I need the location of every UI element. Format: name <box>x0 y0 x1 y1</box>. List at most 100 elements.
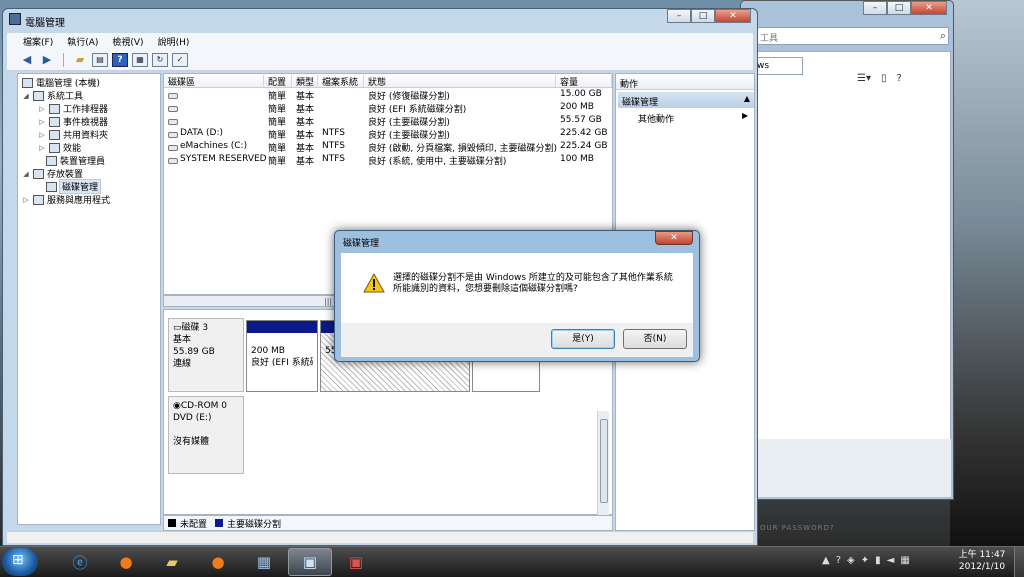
power-icon[interactable]: ▮ <box>875 555 881 566</box>
tree-item-disk-management[interactable]: 磁碟管理 <box>46 179 102 194</box>
background-window[interactable]: – □ ✕ 工具 ⌕ ws ☰▾ ▯ ? <box>740 0 954 500</box>
help-icon[interactable]: ? <box>897 73 902 84</box>
help-icon[interactable]: ? <box>112 52 128 67</box>
tree-item-device-manager[interactable]: 裝置管理員 <box>46 154 105 167</box>
menu-action[interactable]: 執行(A) <box>67 35 98 48</box>
firefox-icon[interactable]: ● <box>104 548 148 576</box>
internet-explorer-icon[interactable]: ⓔ <box>58 548 102 576</box>
expand-arrow-icon[interactable]: ▷ <box>22 196 30 204</box>
tree-item-storage[interactable]: ◢ 存放裝置 <box>22 167 83 180</box>
volume-drive-icon <box>168 119 178 125</box>
collapse-up-icon[interactable]: ▲ <box>744 94 750 103</box>
tree-item-shared-folders[interactable]: ▷ 共用資料夾 <box>38 128 108 141</box>
back-arrow-icon[interactable]: ◀ <box>19 53 35 67</box>
background-search-field[interactable]: ws <box>753 57 803 75</box>
partition-status: 良好 (EFI 系統磁 <box>251 358 313 368</box>
volume-icon[interactable]: ◄ <box>887 555 895 566</box>
disk-3-info[interactable]: ▭磁碟 3 基本 55.89 GB 連線 <box>168 318 244 392</box>
show-desktop-button[interactable] <box>1014 547 1024 577</box>
more-actions-item[interactable]: 其他動作 <box>638 112 674 125</box>
rescan-icon[interactable]: ✓ <box>172 52 188 67</box>
view-options-icon[interactable]: ☰▾ <box>857 73 871 84</box>
refresh-icon[interactable]: ↻ <box>152 52 168 67</box>
properties-icon[interactable]: ▦ <box>132 52 148 67</box>
column-header-layout[interactable]: 配置 <box>264 75 292 88</box>
tree-item-services-apps[interactable]: ▷ 服務與應用程式 <box>22 193 110 206</box>
control-panel-icon[interactable]: ▦ <box>242 548 286 576</box>
volume-cell-type: 基本 <box>296 131 315 141</box>
no-button[interactable]: 否(N) <box>623 329 687 349</box>
column-header-volume[interactable]: 磁碟區 <box>164 75 264 88</box>
expand-arrow-icon[interactable]: ▷ <box>38 105 46 113</box>
volume-drive-icon <box>168 145 178 151</box>
menu-file[interactable]: 檔案(F) <box>23 35 53 48</box>
expand-arrow-icon[interactable]: ▷ <box>38 144 46 152</box>
scroll-grip-icon[interactable]: ||| <box>324 297 332 306</box>
clock[interactable]: 上午 11:47 2012/1/10 <box>956 549 1008 573</box>
presentation-app-icon[interactable]: ▣ <box>334 548 378 576</box>
close-icon[interactable]: ✕ <box>655 231 693 245</box>
partition-efi[interactable]: 200 MB 良好 (EFI 系統磁 <box>246 320 318 392</box>
help-icon[interactable]: ? <box>836 555 841 566</box>
title-bar[interactable]: 電腦管理 – □ ✕ <box>3 9 757 31</box>
volume-cell-type: 基本 <box>296 118 315 128</box>
vertical-scrollbar[interactable] <box>597 411 609 515</box>
security-icon[interactable]: ◈ <box>847 555 855 566</box>
computer-management-task-icon[interactable]: ▣ <box>288 548 332 576</box>
volume-row[interactable]: SYSTEM RESERVED 簡單 基本 NTFS 良好 (系統, 使用中, 主要磁碟… <box>164 154 612 167</box>
close-icon[interactable]: ✕ <box>715 9 751 23</box>
minimize-icon[interactable]: – <box>667 9 691 23</box>
window-caption-buttons: – □ ✕ <box>667 9 751 23</box>
actions-section-label: 磁碟管理 <box>622 98 659 108</box>
tree-item-performance[interactable]: ▷ 效能 <box>38 141 81 154</box>
cdrom-0-info[interactable]: ◉CD-ROM 0 DVD (E:) 沒有媒體 <box>168 396 244 474</box>
bluetooth-icon[interactable]: ✦ <box>861 555 869 566</box>
volume-row[interactable]: eMachines (C:) 簡單 基本 NTFS 良好 (啟動, 分頁檔案, 損毀傾印… <box>164 141 612 154</box>
volume-cell-type: 基本 <box>296 157 315 167</box>
column-header-filesystem[interactable]: 檔案系統 <box>318 75 364 88</box>
tree-item-task-scheduler[interactable]: ▷ 工作排程器 <box>38 102 108 115</box>
volume-cell-capacity: 100 MB <box>560 154 594 164</box>
submenu-arrow-icon[interactable]: ▶ <box>742 111 748 120</box>
file-explorer-icon[interactable]: ▰ <box>150 548 194 576</box>
collapse-arrow-icon[interactable]: ◢ <box>22 92 30 100</box>
close-icon[interactable]: ✕ <box>911 1 947 15</box>
column-header-type[interactable]: 類型 <box>292 75 318 88</box>
menu-help[interactable]: 說明(H) <box>158 35 190 48</box>
forward-arrow-icon[interactable]: ▶ <box>39 53 55 67</box>
volume-row[interactable]: 簡單 基本 良好 (EFI 系統磁碟分割) 200 MB <box>164 102 612 115</box>
tree-item-computer-management[interactable]: 電腦管理 (本機) <box>22 76 100 89</box>
scroll-thumb[interactable] <box>600 419 608 503</box>
expand-arrow-icon[interactable]: ▷ <box>38 118 46 126</box>
search-icon[interactable]: ⌕ <box>940 29 946 43</box>
menu-view[interactable]: 檢視(V) <box>112 35 143 48</box>
expand-arrow-icon[interactable]: ▷ <box>38 131 46 139</box>
desktop-wallpaper-strip <box>950 0 1024 546</box>
volume-row[interactable]: 簡單 基本 良好 (主要磁碟分割) 55.57 GB <box>164 115 612 128</box>
minimize-icon[interactable]: – <box>863 1 887 15</box>
firefox-icon[interactable]: ● <box>196 548 240 576</box>
network-icon[interactable]: ▦ <box>900 555 909 566</box>
maximize-icon[interactable]: □ <box>691 9 715 23</box>
volume-row[interactable]: 簡單 基本 良好 (修復磁碟分割) 15.00 GB <box>164 89 612 102</box>
preview-pane-icon[interactable]: ▯ <box>881 73 887 84</box>
volume-cell-capacity: 225.24 GB <box>560 141 608 151</box>
volume-cell-type: 基本 <box>296 105 315 115</box>
collapse-arrow-icon[interactable]: ◢ <box>22 170 30 178</box>
tray-expand-icon[interactable]: ▲ <box>822 555 830 566</box>
tree-item-system-tools[interactable]: ◢ 系統工具 <box>22 89 83 102</box>
start-button[interactable] <box>2 548 38 576</box>
clock-time: 上午 11:47 <box>958 550 1006 560</box>
yes-button[interactable]: 是(Y) <box>551 329 615 349</box>
column-header-status[interactable]: 狀態 <box>364 75 556 88</box>
actions-section-disk-management[interactable]: 磁碟管理 ▲ <box>618 92 754 108</box>
maximize-icon[interactable]: □ <box>887 1 911 15</box>
show-hide-tree-icon[interactable]: ▤ <box>92 52 108 67</box>
performance-icon <box>49 142 60 153</box>
volume-row[interactable]: DATA (D:) 簡單 基本 NTFS 良好 (主要磁碟分割) 225.42 GB <box>164 128 612 141</box>
actions-header: 動作 <box>616 74 754 90</box>
background-address-field[interactable]: 工具 ⌕ <box>755 27 949 45</box>
folder-up-icon[interactable]: ▰ <box>72 53 88 67</box>
tree-item-event-viewer[interactable]: ▷ 事件檢視器 <box>38 115 108 128</box>
column-header-capacity[interactable]: 容量 <box>556 75 612 88</box>
